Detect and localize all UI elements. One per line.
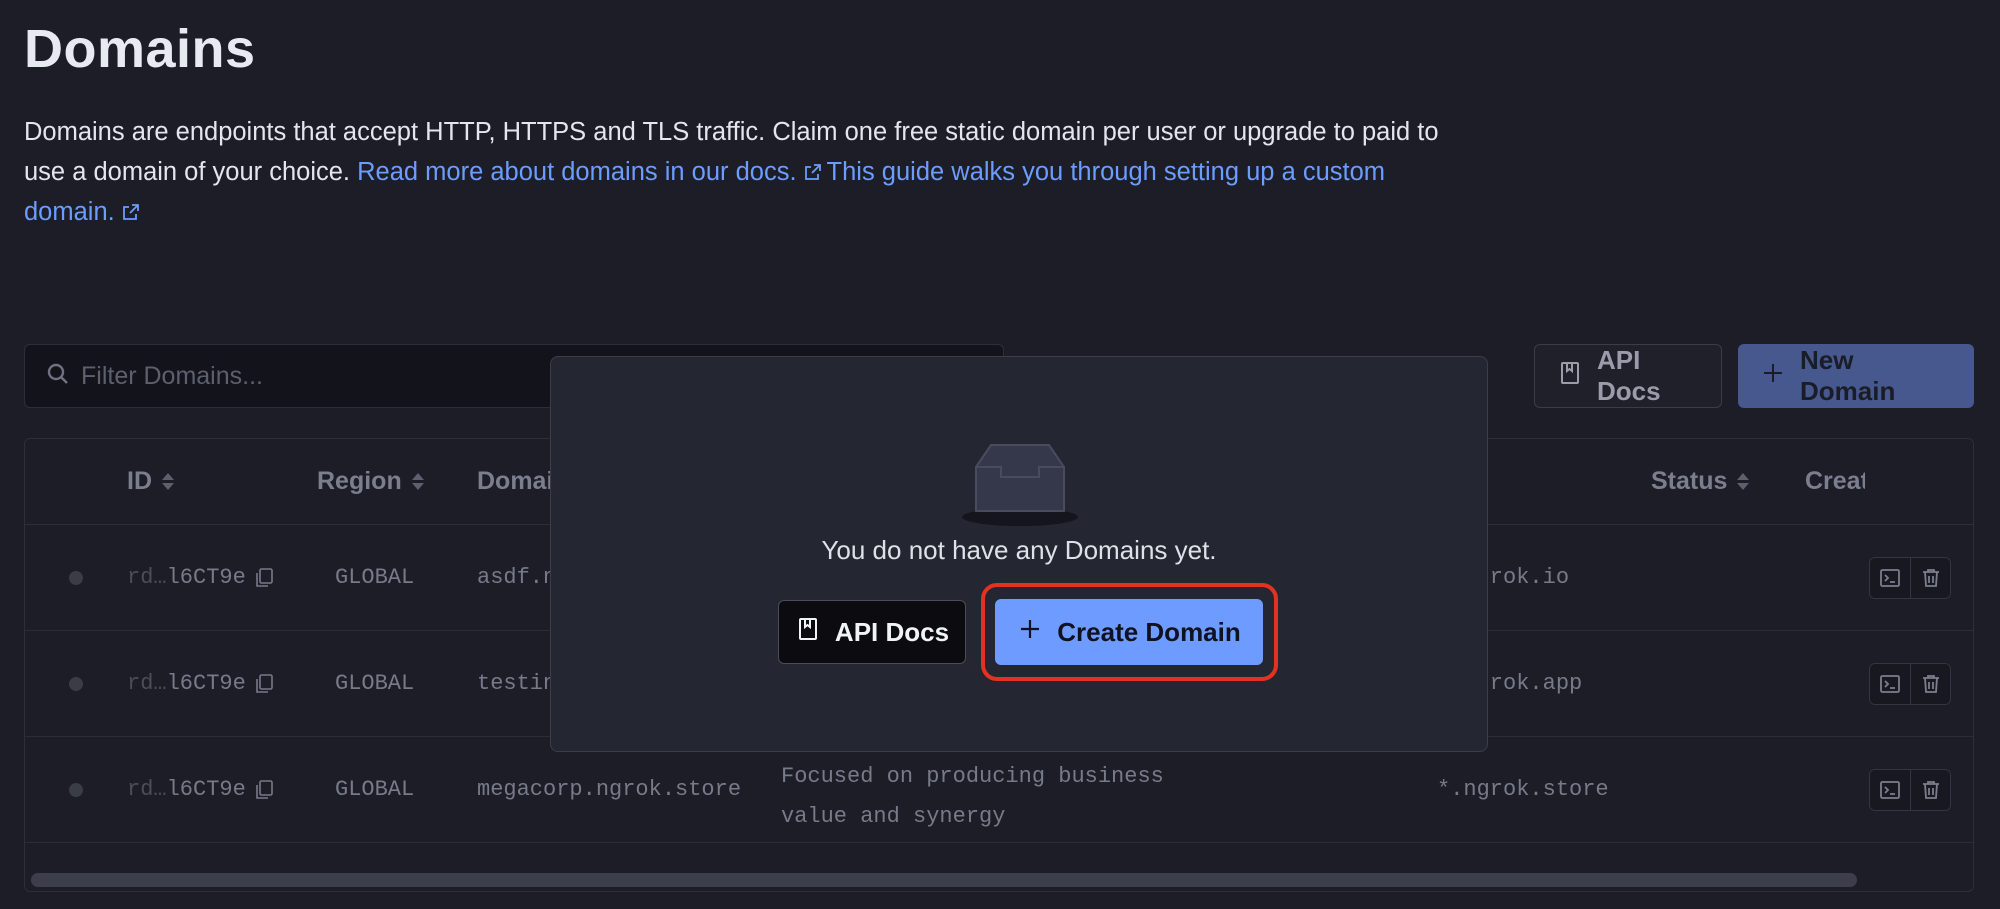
status-dot <box>69 571 83 585</box>
new-domain-label: New Domain <box>1800 345 1896 406</box>
domain-cell[interactable]: megacorp.ngrok.store <box>477 777 741 802</box>
description-cell: Focused on producing business value and … <box>781 764 1164 829</box>
status-dot <box>69 677 83 691</box>
trash-icon[interactable] <box>1910 770 1950 810</box>
docs-link[interactable]: Read more about domains in our docs. <box>357 158 796 186</box>
status-dot <box>69 783 83 797</box>
empty-state-dialog: You do not have any Domains yet. API Doc… <box>550 356 1488 752</box>
book-icon <box>1557 360 1583 393</box>
column-header-region[interactable]: Region <box>317 467 424 496</box>
create-domain-label: Create Domain <box>1057 616 1241 647</box>
copy-icon[interactable] <box>254 779 274 801</box>
plus-icon <box>1760 360 1786 393</box>
region-cell: GLOBAL <box>335 565 415 590</box>
copy-icon[interactable] <box>254 567 274 589</box>
page-title: Domains <box>24 19 256 79</box>
row-actions <box>1869 769 1951 811</box>
domain-id: rd… l6CT9e <box>127 777 274 802</box>
row-actions <box>1869 557 1951 599</box>
empty-state-message: You do not have any Domains yet. <box>821 535 1217 565</box>
copy-icon[interactable] <box>254 673 274 695</box>
column-header-id[interactable]: ID <box>127 467 174 496</box>
api-docs-button[interactable]: API Docs <box>1534 344 1722 408</box>
terminal-icon[interactable] <box>1870 664 1910 704</box>
empty-inbox-icon <box>959 441 1081 527</box>
external-link-icon <box>803 154 823 180</box>
create-domain-button[interactable]: Create Domain <box>995 599 1263 665</box>
terminal-icon[interactable] <box>1870 558 1910 598</box>
row-actions <box>1869 663 1951 705</box>
new-domain-button[interactable]: New Domain <box>1738 344 1974 408</box>
domain-id: rd… l6CT9e <box>127 565 274 590</box>
table-row[interactable]: rd… l6CT9e GLOBAL megacorp.ngrok.store Fo… <box>25 737 1973 843</box>
sort-icon <box>1737 473 1750 490</box>
api-docs-label: API Docs <box>1597 345 1661 406</box>
book-icon <box>795 616 821 649</box>
plus-icon <box>1017 616 1043 649</box>
external-link-icon <box>121 194 141 220</box>
column-header-created[interactable]: Created <box>1805 467 1865 496</box>
region-cell: GLOBAL <box>335 671 415 696</box>
cert-cell: *.ngrok.store <box>1437 777 1609 802</box>
region-cell: GLOBAL <box>335 777 415 802</box>
sort-icon <box>162 473 174 490</box>
horizontal-scrollbar[interactable] <box>31 873 1857 887</box>
trash-icon[interactable] <box>1910 558 1950 598</box>
empty-state-api-docs-button[interactable]: API Docs <box>778 600 966 664</box>
domain-id: rd… l6CT9e <box>127 671 274 696</box>
column-header-status[interactable]: Status <box>1651 467 1750 496</box>
search-icon <box>45 361 71 392</box>
page-intro: Domains are endpoints that accept HTTP, … <box>24 112 1474 232</box>
sort-icon <box>411 473 424 490</box>
terminal-icon[interactable] <box>1870 770 1910 810</box>
trash-icon[interactable] <box>1910 664 1950 704</box>
api-docs-label: API Docs <box>834 616 950 647</box>
